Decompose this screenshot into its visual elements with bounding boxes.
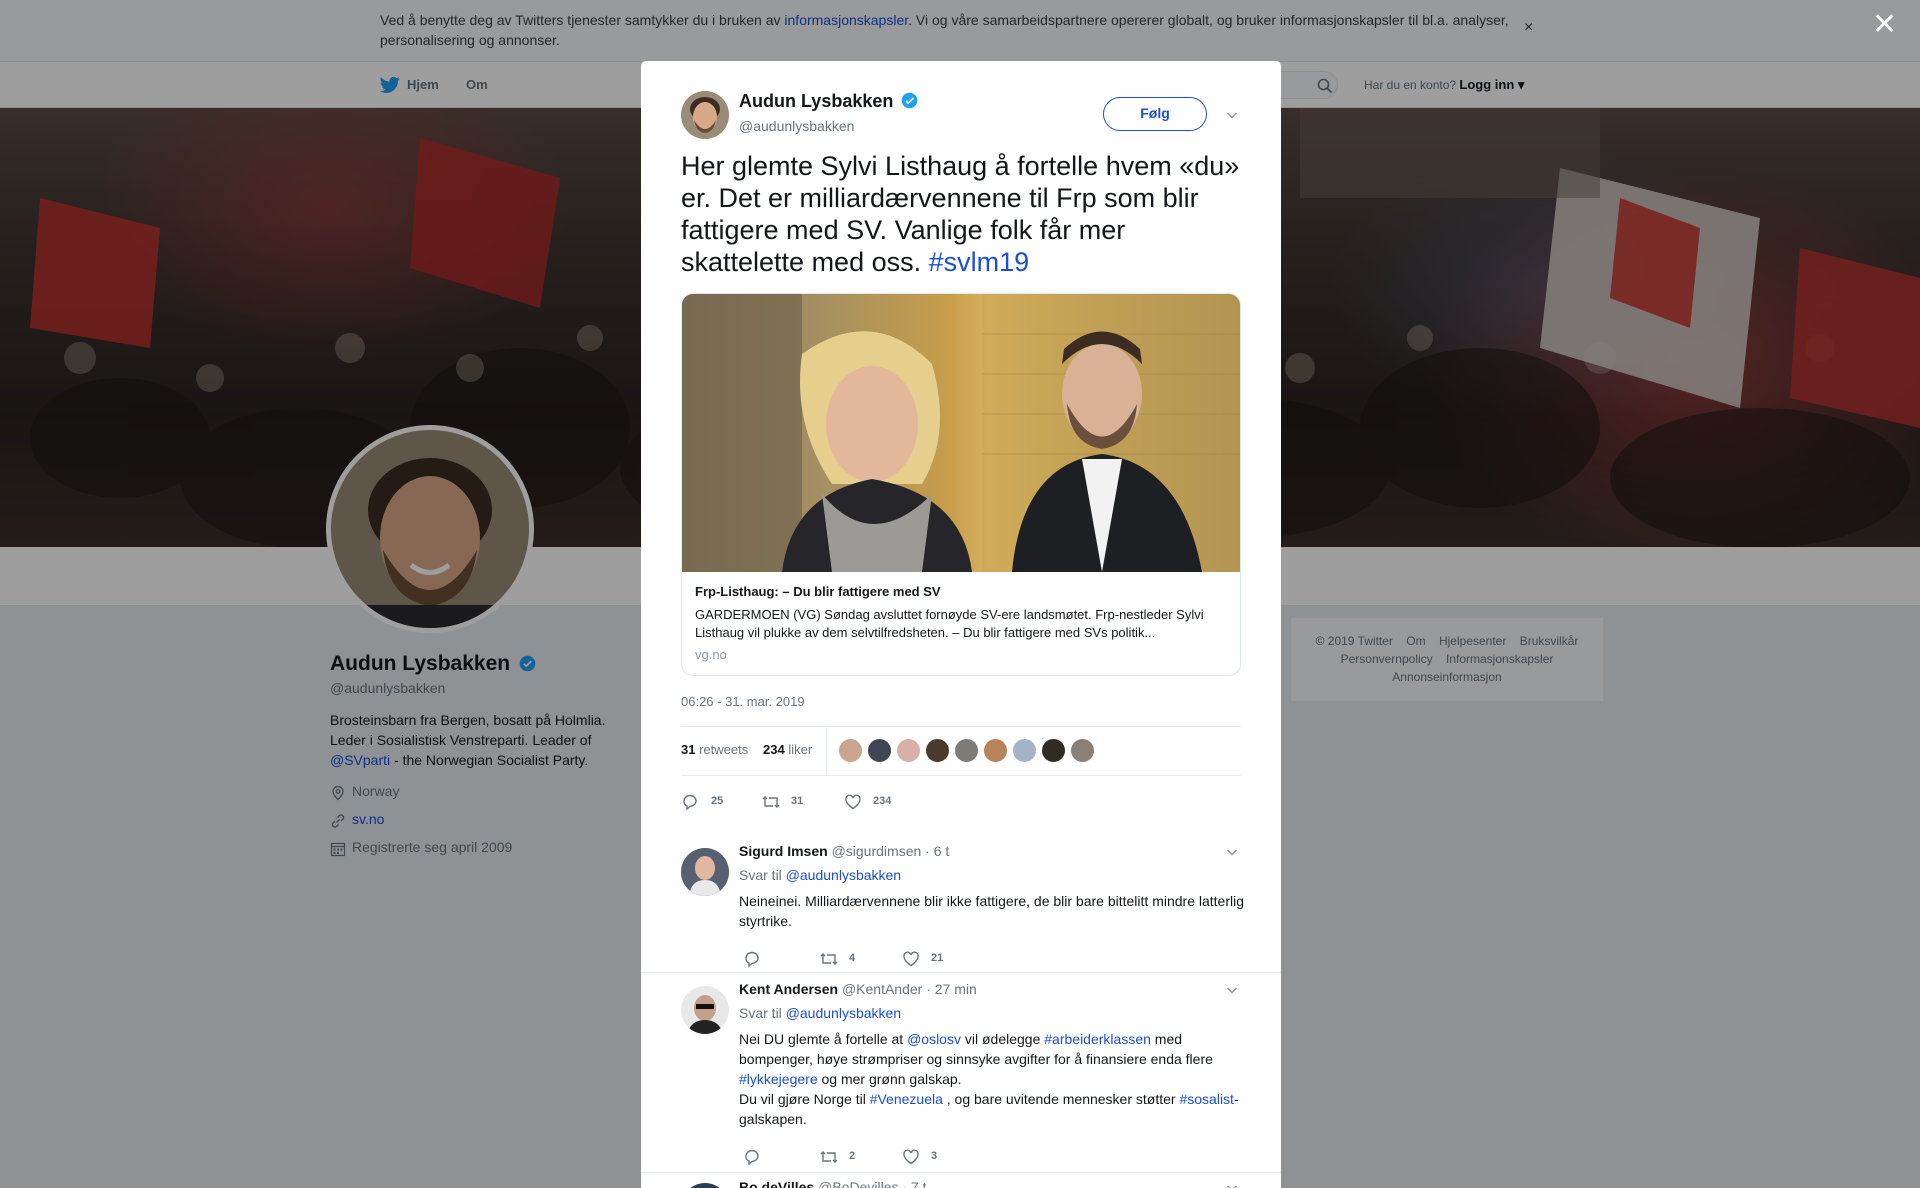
hashtag-link[interactable]: #arbeiderklassen (1044, 1031, 1151, 1047)
reply-header: Kent Andersen @KentAnder · 27 min (739, 981, 977, 997)
reply-author-handle[interactable]: @sigurdimsen (832, 843, 922, 859)
card-description: GARDERMOEN (VG) Søndag avsluttet fornøyd… (695, 607, 1204, 640)
heart-icon (903, 1149, 919, 1165)
liker-avatar[interactable] (1070, 738, 1095, 763)
liker-avatar[interactable] (983, 738, 1008, 763)
reply-divider (641, 972, 1281, 973)
follow-button[interactable]: Følg (1103, 97, 1207, 131)
reply-time[interactable]: · 27 min (926, 981, 977, 997)
avatar-portrait (681, 91, 729, 139)
heart-icon (845, 794, 861, 810)
liker-avatar[interactable] (954, 738, 979, 763)
author-name[interactable]: Audun Lysbakken (739, 91, 918, 112)
link-preview-card[interactable]: Frp-Listhaug: – Du blir fattigere med SV… (681, 293, 1241, 676)
liker-avatar[interactable] (896, 738, 921, 763)
tweet-permalink-modal: Audun Lysbakken @audunlysbakken Følg Her… (641, 61, 1281, 1188)
reply-header: Bo deVilles @BoDevilles · 7 t (739, 1179, 926, 1188)
avatar-portrait (681, 986, 729, 1034)
liker-avatar[interactable] (925, 738, 950, 763)
mention-link[interactable]: @oslosv (907, 1031, 961, 1047)
reply-to: Svar til @audunlysbakken (739, 867, 902, 883)
hashtag-link[interactable]: #Venezuela (870, 1091, 943, 1107)
reply-avatar[interactable] (681, 848, 729, 896)
liker-avatar[interactable] (1012, 738, 1037, 763)
author-handle[interactable]: @audunlysbakken (739, 118, 854, 134)
reply-to-handle-link[interactable]: @audunlysbakken (786, 1005, 901, 1021)
chevron-down-icon[interactable] (1224, 982, 1240, 998)
tweet-stats: 31 retweets 234 liker (681, 726, 1241, 776)
author-avatar[interactable] (681, 91, 729, 139)
retweet-icon (820, 953, 838, 965)
reply-icon (745, 951, 759, 968)
reply-to: Svar til @audunlysbakken (739, 1005, 902, 1021)
reply-time[interactable]: · 7 t (902, 1179, 926, 1188)
liker-avatar[interactable] (1041, 738, 1066, 763)
reply-time[interactable]: · 6 t (925, 843, 949, 859)
reply-avatar[interactable] (681, 986, 729, 1034)
retweet-icon (762, 796, 780, 808)
hashtag-link[interactable]: #sosalist (1179, 1091, 1233, 1107)
tweet-text: Her glemte Sylvi Listhaug å fortelle hve… (681, 151, 1240, 277)
stats-divider (826, 727, 827, 775)
reply-header: Sigurd Imsen @sigurdimsen · 6 t (739, 843, 949, 859)
liker-avatar[interactable] (838, 738, 863, 763)
reply-avatar[interactable] (681, 1183, 729, 1188)
reply-author-name[interactable]: Kent Andersen (739, 981, 838, 997)
avatar-portrait (681, 848, 729, 896)
hashtag-link[interactable]: #lykkejegere (739, 1071, 818, 1087)
reply-author-handle[interactable]: @BoDevilles (818, 1179, 898, 1188)
chevron-down-icon[interactable] (1224, 844, 1240, 860)
reply-icon (683, 794, 697, 811)
reply-to-handle-link[interactable]: @audunlysbakken (786, 867, 901, 883)
card-image (682, 294, 1240, 572)
close-icon[interactable]: ✕ (1872, 10, 1897, 40)
verified-badge-icon (902, 92, 918, 109)
chevron-down-icon[interactable] (1224, 1180, 1240, 1188)
retweet-icon (820, 1151, 838, 1163)
retweets-stat[interactable]: 31 retweets (681, 742, 748, 757)
reply-author-name[interactable]: Sigurd Imsen (739, 843, 828, 859)
reply-text: Nei DU glemte å fortelle at @oslosv vil … (739, 1031, 1239, 1127)
card-photo (682, 294, 1240, 572)
reply-divider (641, 1172, 1281, 1173)
card-domain: vg.no (695, 647, 727, 662)
heart-icon (903, 951, 919, 967)
reply-author-handle[interactable]: @KentAnder (842, 981, 922, 997)
liker-avatar[interactable] (867, 738, 892, 763)
likes-stat[interactable]: 234 liker (763, 742, 812, 757)
reply-text: Neineinei. Milliardærvennene blir ikke f… (739, 893, 1245, 929)
chevron-down-icon[interactable] (1224, 107, 1240, 123)
hashtag-link[interactable]: #svlm19 (929, 247, 1030, 277)
reply-icon (745, 1149, 759, 1166)
reply-author-name[interactable]: Bo deVilles (739, 1179, 814, 1188)
tweet-timestamp[interactable]: 06:26 - 31. mar. 2019 (681, 694, 805, 709)
card-title: Frp-Listhaug: – Du blir fattigere med SV (695, 584, 941, 599)
